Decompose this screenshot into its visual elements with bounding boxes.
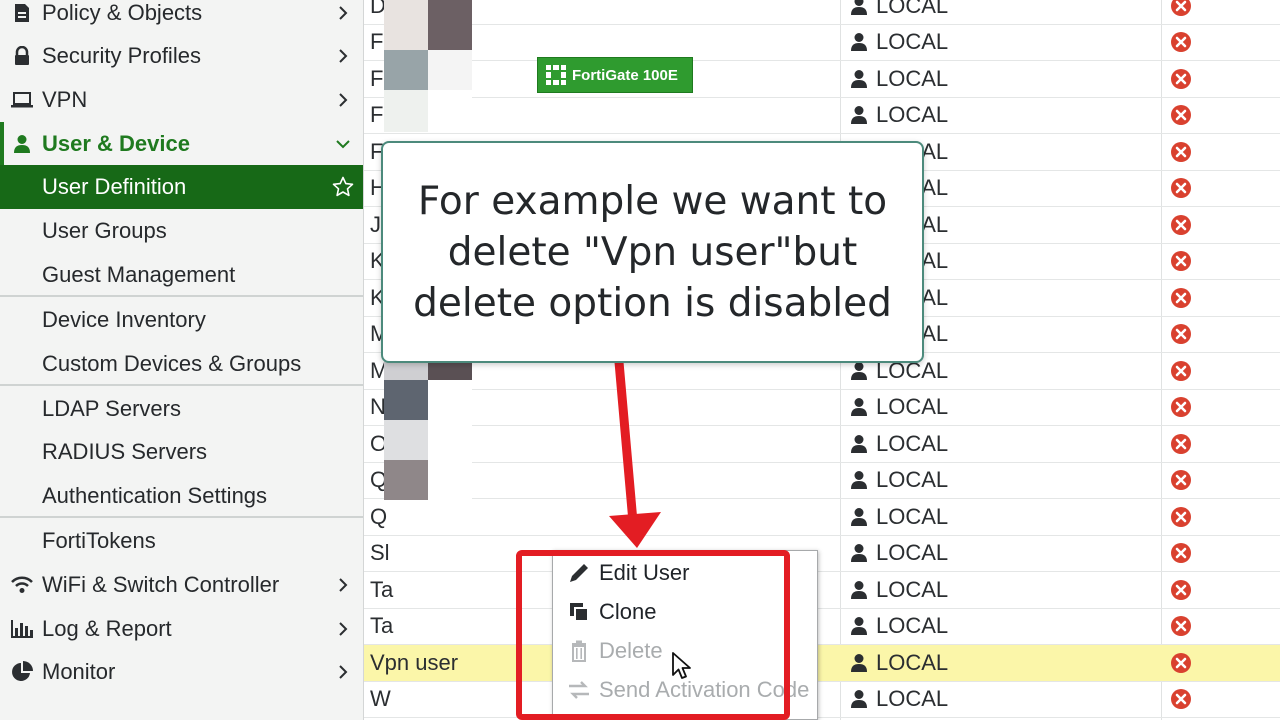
pencil-icon xyxy=(570,564,588,582)
mouse-cursor-icon xyxy=(672,652,691,679)
menu-item-clone[interactable]: Clone xyxy=(567,594,656,630)
menu-item-label: Delete xyxy=(599,638,663,663)
callout-text: For example we want to delete "Vpn user"… xyxy=(413,178,892,326)
context-menu: Edit User Clone Delete Send Activation C… xyxy=(552,550,818,720)
menu-item-delete[interactable]: Delete xyxy=(567,633,663,669)
menu-item-label: Edit User xyxy=(599,560,690,585)
send-icon xyxy=(569,681,589,699)
menu-item-edit-user[interactable]: Edit User xyxy=(567,555,689,591)
clone-icon xyxy=(570,603,589,622)
trash-icon xyxy=(572,640,586,662)
annotation-callout: For example we want to delete "Vpn user"… xyxy=(381,141,924,363)
menu-item-label: Send Activation Code xyxy=(599,677,810,702)
menu-item-label: Clone xyxy=(599,599,657,624)
